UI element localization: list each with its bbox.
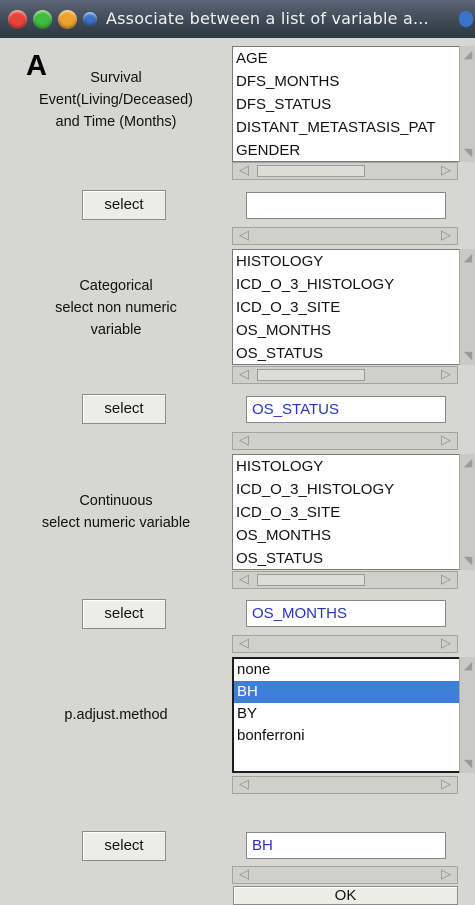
continuous-entry[interactable]: OS_MONTHS <box>246 600 446 627</box>
window-title: Associate between a list of variable a..… <box>106 9 429 28</box>
list-item[interactable]: ICD_O_3_SITE <box>233 296 459 319</box>
list-item-selected[interactable]: BH <box>234 681 460 703</box>
arrow-left-icon[interactable]: ◁ <box>233 867 255 883</box>
list-item[interactable]: HISTOLOGY <box>233 455 459 478</box>
arrow-right-icon[interactable]: ▷ <box>435 163 457 179</box>
continuous-horizontal-scrollbar[interactable]: ◁ ▷ <box>232 571 458 589</box>
arrow-left-icon[interactable]: ◁ <box>233 163 255 179</box>
arrow-left-icon[interactable]: ◁ <box>233 636 255 652</box>
padjust-select-button[interactable]: select <box>82 831 166 861</box>
arrow-right-icon[interactable]: ▷ <box>435 777 457 793</box>
continuous-vertical-scrollbar[interactable]: ◢ ◥ <box>459 454 475 570</box>
ok-button[interactable]: OK <box>233 886 458 905</box>
list-item[interactable]: ICD_O_3_SITE <box>233 501 459 524</box>
survival-label-line3: and Time (Months) <box>55 114 177 130</box>
categorical-entry[interactable]: OS_STATUS <box>246 396 446 423</box>
padjust-listbox[interactable]: none BH BY bonferroni <box>232 657 462 773</box>
survival-label-line1: Survival <box>90 70 142 86</box>
categorical-listbox[interactable]: HISTOLOGY ICD_O_3_HISTOLOGY ICD_O_3_SITE… <box>232 249 460 365</box>
categorical-vertical-scrollbar[interactable]: ◢ ◥ <box>459 249 475 365</box>
arrow-down-icon[interactable]: ◥ <box>461 757 475 771</box>
scroll-thumb[interactable] <box>257 369 365 381</box>
arrow-left-icon[interactable]: ◁ <box>233 367 255 383</box>
list-item[interactable]: OS_MONTHS <box>233 524 459 547</box>
app-icon <box>459 11 473 27</box>
minimize-icon[interactable] <box>33 10 52 29</box>
categorical-entry-scrollbar[interactable]: ◁ ▷ <box>232 432 458 450</box>
survival-horizontal-scrollbar[interactable]: ◁ ▷ <box>232 162 458 180</box>
arrow-right-icon[interactable]: ▷ <box>435 228 457 244</box>
padjust-entry-scrollbar[interactable]: ◁ ▷ <box>232 866 458 884</box>
dialog-window: Associate between a list of variable a..… <box>0 0 475 905</box>
survival-vertical-scrollbar[interactable]: ◢ ◥ <box>459 46 475 162</box>
padjust-label: p.adjust.method <box>0 704 232 726</box>
categorical-label-line2: select non numeric <box>55 300 177 316</box>
arrow-down-icon[interactable]: ◥ <box>461 349 475 363</box>
survival-label-line2: Event(Living/Deceased) <box>39 92 193 108</box>
list-item[interactable]: GENDER <box>233 139 459 161</box>
list-item[interactable]: DISTANT_METASTASIS_PAT <box>233 116 459 139</box>
list-item[interactable]: ICD_O_3_HISTOLOGY <box>233 273 459 296</box>
list-item[interactable]: OS_MONTHS <box>233 319 459 342</box>
arrow-up-icon[interactable]: ◢ <box>461 659 475 673</box>
list-item[interactable]: none <box>234 659 460 681</box>
list-item[interactable]: HISTOLOGY <box>233 250 459 273</box>
scroll-thumb[interactable] <box>257 165 365 177</box>
scroll-thumb[interactable] <box>257 574 365 586</box>
survival-listbox[interactable]: AGE DFS_MONTHS DFS_STATUS DISTANT_METAST… <box>232 46 460 162</box>
arrow-left-icon[interactable]: ◁ <box>233 777 255 793</box>
arrow-up-icon[interactable]: ◢ <box>461 456 475 470</box>
list-item[interactable]: ICD_O_3_HISTOLOGY <box>233 478 459 501</box>
title-bar[interactable]: Associate between a list of variable a..… <box>0 0 475 38</box>
list-item[interactable]: OS_STATUS <box>233 547 459 569</box>
arrow-down-icon[interactable]: ◥ <box>461 146 475 160</box>
maximize-icon[interactable] <box>58 10 77 29</box>
survival-entry-scrollbar[interactable]: ◁ ▷ <box>232 227 458 245</box>
arrow-left-icon[interactable]: ◁ <box>233 433 255 449</box>
arrow-up-icon[interactable]: ◢ <box>461 48 475 62</box>
survival-label: Survival Event(Living/Deceased) and Time… <box>0 67 232 133</box>
arrow-up-icon[interactable]: ◢ <box>461 251 475 265</box>
arrow-right-icon[interactable]: ▷ <box>435 636 457 652</box>
arrow-right-icon[interactable]: ▷ <box>435 367 457 383</box>
arrow-left-icon[interactable]: ◁ <box>233 228 255 244</box>
list-item[interactable]: OS_STATUS <box>233 342 459 364</box>
arrow-left-icon[interactable]: ◁ <box>233 572 255 588</box>
categorical-label: Categorical select non numeric variable <box>0 275 232 341</box>
arrow-right-icon[interactable]: ▷ <box>435 572 457 588</box>
list-item[interactable]: DFS_STATUS <box>233 93 459 116</box>
arrow-right-icon[interactable]: ▷ <box>435 867 457 883</box>
categorical-horizontal-scrollbar[interactable]: ◁ ▷ <box>232 366 458 384</box>
padjust-entry[interactable]: BH <box>246 832 446 859</box>
close-icon[interactable] <box>8 10 27 29</box>
list-item[interactable]: bonferroni <box>234 725 460 747</box>
continuous-label-line1: Continuous <box>79 493 153 509</box>
categorical-label-line1: Categorical <box>79 278 153 294</box>
list-item[interactable]: AGE <box>233 47 459 70</box>
continuous-listbox[interactable]: HISTOLOGY ICD_O_3_HISTOLOGY ICD_O_3_SITE… <box>232 454 460 570</box>
survival-entry[interactable] <box>246 192 446 219</box>
padjust-label-line1: p.adjust.method <box>64 707 168 723</box>
continuous-select-button[interactable]: select <box>82 599 166 629</box>
arrow-right-icon[interactable]: ▷ <box>435 433 457 449</box>
padjust-vertical-scrollbar[interactable]: ◢ ◥ <box>459 657 475 773</box>
survival-select-button[interactable]: select <box>82 190 166 220</box>
categorical-label-line3: variable <box>90 322 142 338</box>
categorical-select-button[interactable]: select <box>82 394 166 424</box>
window-menu-icon[interactable] <box>83 12 97 26</box>
continuous-label-line2: select numeric variable <box>41 515 191 531</box>
padjust-horizontal-scrollbar[interactable]: ◁ ▷ <box>232 776 458 794</box>
list-item[interactable]: BY <box>234 703 460 725</box>
arrow-down-icon[interactable]: ◥ <box>461 554 475 568</box>
continuous-label: Continuous select numeric variable <box>0 490 232 534</box>
list-item[interactable]: DFS_MONTHS <box>233 70 459 93</box>
continuous-entry-scrollbar[interactable]: ◁ ▷ <box>232 635 458 653</box>
